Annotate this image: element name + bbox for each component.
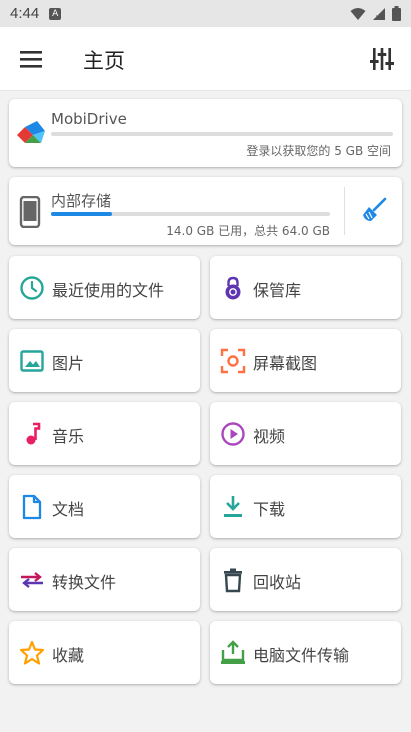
mobidrive-logo-icon [17, 121, 45, 143]
tile-label: 电脑文件传输 [253, 646, 350, 665]
tile-convert-files[interactable]: 转换文件 [9, 548, 200, 611]
lock-icon [225, 276, 241, 300]
music-note-icon [26, 422, 41, 445]
tile-label: 回收站 [253, 573, 302, 592]
storage-progress-bar [51, 212, 330, 216]
tile-label: 文档 [52, 500, 85, 519]
card-divider [344, 187, 345, 235]
tile-pc-file-transfer[interactable]: 电脑文件传输 [210, 621, 401, 684]
image-icon [20, 350, 44, 372]
storage-progress-fill [51, 212, 113, 216]
tile-videos[interactable]: 视频 [210, 402, 401, 465]
convert-icon [21, 572, 43, 588]
tile-label: 转换文件 [52, 573, 117, 592]
app-bar: 主页 [0, 27, 411, 91]
tile-vault[interactable]: 保管库 [210, 256, 401, 319]
notification-a-icon: A [49, 7, 62, 20]
storage-usage-text: 14.0 GB 已用，总共 64.0 GB [166, 224, 330, 238]
tile-label: 下载 [253, 500, 286, 519]
tile-label: 音乐 [52, 427, 85, 446]
phone-icon [19, 196, 41, 228]
status-time: 4:44 [10, 5, 40, 22]
tile-favorites[interactable]: 收藏 [9, 621, 200, 684]
tile-documents[interactable]: 文档 [9, 475, 200, 538]
internal-storage-card[interactable]: 内部存储 14.0 GB 已用，总共 64.0 GB [9, 177, 402, 245]
clock-icon [20, 276, 44, 300]
pc-transfer-icon [221, 640, 245, 664]
mobidrive-card[interactable]: MobiDrive 登录以获取您的 5 GB 空间 [9, 99, 402, 167]
svg-text:✕: ✕ [375, 14, 380, 21]
battery-icon [392, 6, 401, 21]
status-icons: ✕ [350, 6, 401, 21]
document-icon [22, 494, 42, 520]
tile-recycle-bin[interactable]: 回收站 [210, 548, 401, 611]
download-icon [224, 496, 242, 517]
tile-label: 保管库 [253, 281, 302, 300]
tile-images[interactable]: 图片 [9, 329, 200, 392]
mobidrive-subtitle: 登录以获取您的 5 GB 空间 [246, 144, 391, 158]
tile-label: 最近使用的文件 [52, 281, 165, 300]
internal-storage-title: 内部存储 [51, 192, 112, 210]
mobidrive-progress-bar [51, 132, 393, 136]
screenshot-icon [220, 348, 246, 374]
tune-settings-icon[interactable] [369, 46, 395, 72]
tile-label: 屏幕截图 [253, 354, 318, 373]
tile-screenshots[interactable]: 屏幕截图 [210, 329, 401, 392]
wifi-icon [350, 7, 366, 20]
play-circle-icon [221, 422, 245, 446]
broom-clean-icon[interactable] [361, 197, 387, 223]
menu-icon[interactable] [20, 49, 44, 69]
tile-downloads[interactable]: 下载 [210, 475, 401, 538]
tile-label: 收藏 [52, 646, 85, 665]
tile-music[interactable]: 音乐 [9, 402, 200, 465]
star-icon [19, 640, 45, 665]
trash-icon [224, 568, 242, 593]
mobidrive-title: MobiDrive [51, 110, 127, 128]
page-title: 主页 [83, 49, 125, 73]
tile-label: 图片 [52, 354, 85, 373]
tile-recent-files[interactable]: 最近使用的文件 [9, 256, 200, 319]
tile-label: 视频 [253, 427, 286, 446]
signal-icon: ✕ [373, 7, 385, 21]
status-bar: 4:44 A ✕ [0, 0, 411, 27]
